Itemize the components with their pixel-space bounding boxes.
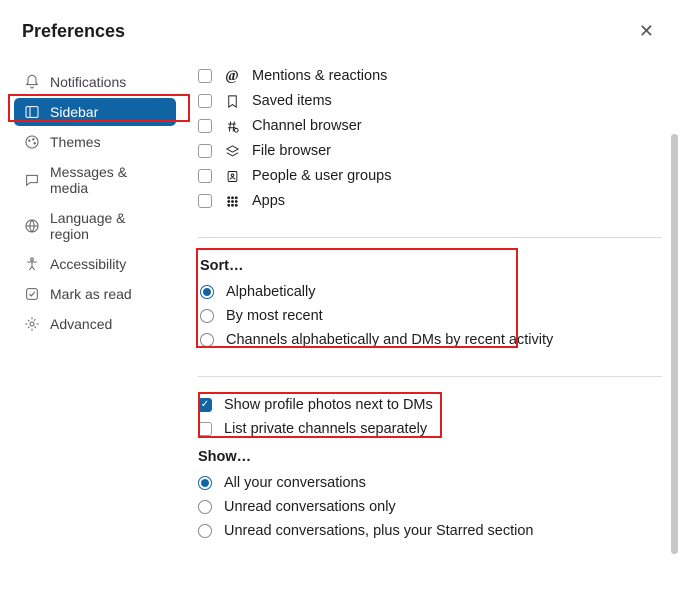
nav-item-label: Accessibility — [50, 256, 126, 272]
separator — [198, 237, 662, 238]
radio-show-unread[interactable]: Unread conversations only — [198, 499, 662, 515]
radio-icon[interactable] — [198, 500, 212, 514]
radio-show-starred[interactable]: Unread conversations, plus your Starred … — [198, 523, 662, 539]
nav-item-label: Advanced — [50, 316, 112, 332]
checkbox-icon[interactable] — [198, 194, 212, 208]
file-stack-icon — [224, 143, 240, 159]
nav-item-mark-as-read[interactable]: Mark as read — [14, 280, 176, 308]
checkbox-saved-items[interactable]: Saved items — [198, 93, 662, 109]
accessibility-icon — [24, 256, 40, 272]
radio-show-all[interactable]: All your conversations — [198, 475, 662, 491]
scrollbar[interactable] — [671, 134, 678, 554]
checkbox-label: Saved items — [252, 93, 332, 109]
radio-label: Channels alphabetically and DMs by recen… — [226, 332, 553, 348]
close-icon[interactable]: ✕ — [635, 18, 658, 44]
nav-item-label: Notifications — [50, 74, 126, 90]
preferences-header: Preferences ✕ — [0, 0, 680, 56]
radio-label: By most recent — [226, 308, 323, 324]
checkbox-channel-browser[interactable]: Channel browser — [198, 118, 662, 134]
checkbox-icon[interactable] — [198, 422, 212, 436]
checkbox-icon[interactable] — [198, 119, 212, 133]
checkbox-icon[interactable] — [198, 94, 212, 108]
checkbox-icon[interactable] — [198, 69, 212, 83]
globe-icon — [24, 218, 40, 234]
radio-sort-mixed[interactable]: Channels alphabetically and DMs by recen… — [200, 332, 662, 348]
radio-icon[interactable] — [198, 524, 212, 538]
check-icon — [24, 286, 40, 302]
radio-sort-recent[interactable]: By most recent — [200, 308, 662, 324]
nav-item-themes[interactable]: Themes — [14, 128, 176, 156]
nav-item-label: Mark as read — [50, 286, 132, 302]
people-icon — [224, 168, 240, 184]
nav-item-notifications[interactable]: Notifications — [14, 68, 176, 96]
radio-sort-alpha[interactable]: Alphabetically — [200, 284, 662, 300]
checkbox-private-separate[interactable]: List private channels separately — [198, 421, 662, 437]
radio-icon[interactable] — [200, 309, 214, 323]
preferences-main: @ Mentions & reactions Saved items Chann… — [184, 56, 680, 596]
bell-icon — [24, 74, 40, 90]
sidebar-icon — [24, 104, 40, 120]
checkbox-label: People & user groups — [252, 168, 391, 184]
apps-grid-icon — [224, 193, 240, 209]
separator — [198, 376, 662, 377]
checkbox-icon[interactable] — [198, 144, 212, 158]
nav-item-label: Messages & media — [50, 164, 166, 196]
checkbox-people[interactable]: People & user groups — [198, 168, 662, 184]
nav-item-sidebar[interactable]: Sidebar — [14, 98, 176, 126]
bookmark-icon — [224, 93, 240, 109]
radio-label: Unread conversations, plus your Starred … — [224, 523, 534, 539]
hash-search-icon — [224, 118, 240, 134]
nav-item-advanced[interactable]: Advanced — [14, 310, 176, 338]
checkbox-label: Channel browser — [252, 118, 362, 134]
palette-icon — [24, 134, 40, 150]
nav-item-language[interactable]: Language & region — [14, 204, 176, 248]
checkbox-file-browser[interactable]: File browser — [198, 143, 662, 159]
checkbox-profile-photos[interactable]: Show profile photos next to DMs — [198, 397, 662, 413]
nav-item-accessibility[interactable]: Accessibility — [14, 250, 176, 278]
checkbox-label: File browser — [252, 143, 331, 159]
sort-section: Sort… Alphabetically By most recent Chan… — [198, 256, 662, 348]
checkbox-label: Mentions & reactions — [252, 68, 387, 84]
sort-heading: Sort… — [200, 258, 662, 274]
radio-icon[interactable] — [200, 333, 214, 347]
checkbox-icon[interactable] — [198, 169, 212, 183]
nav-item-label: Language & region — [50, 210, 166, 242]
radio-icon[interactable] — [200, 285, 214, 299]
radio-label: Alphabetically — [226, 284, 315, 300]
checkbox-mentions[interactable]: @ Mentions & reactions — [198, 68, 662, 84]
dm-options-section: Show profile photos next to DMs List pri… — [198, 395, 662, 437]
preferences-title: Preferences — [22, 21, 125, 42]
checkbox-label: Apps — [252, 193, 285, 209]
preferences-nav: Notifications Sidebar Themes Messages & … — [0, 56, 184, 596]
message-icon — [24, 172, 40, 188]
nav-item-label: Themes — [50, 134, 101, 150]
radio-icon[interactable] — [198, 476, 212, 490]
show-section: Show… All your conversations Unread conv… — [198, 449, 662, 539]
radio-label: All your conversations — [224, 475, 366, 491]
checkbox-apps[interactable]: Apps — [198, 193, 662, 209]
show-heading: Show… — [198, 449, 662, 465]
gear-icon — [24, 316, 40, 332]
checkbox-label: Show profile photos next to DMs — [224, 397, 433, 413]
checkbox-label: List private channels separately — [224, 421, 427, 437]
radio-label: Unread conversations only — [224, 499, 396, 515]
nav-item-label: Sidebar — [50, 104, 98, 120]
show-in-sidebar-list: @ Mentions & reactions Saved items Chann… — [198, 68, 662, 209]
at-icon: @ — [224, 68, 240, 84]
nav-item-messages[interactable]: Messages & media — [14, 158, 176, 202]
checkbox-icon[interactable] — [198, 398, 212, 412]
